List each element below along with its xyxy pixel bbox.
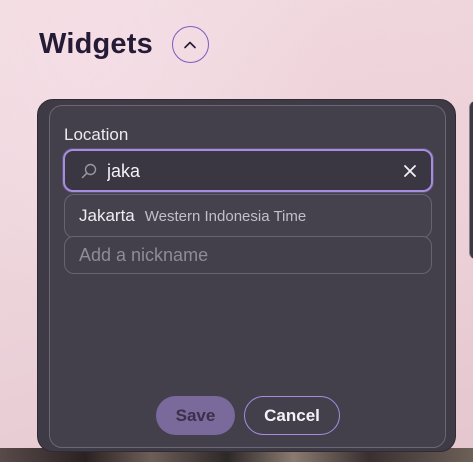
location-search-box[interactable]	[63, 149, 433, 192]
chevron-up-icon	[184, 41, 197, 48]
collapse-button[interactable]	[171, 26, 209, 63]
cancel-button[interactable]: Cancel	[244, 396, 340, 435]
location-label: Location	[64, 125, 129, 144]
search-icon	[81, 163, 97, 179]
location-search-input[interactable]	[107, 158, 387, 184]
nickname-field[interactable]	[64, 236, 432, 274]
page-title: Widgets	[39, 28, 153, 60]
adjacent-widget-card-edge	[469, 101, 473, 259]
save-button[interactable]: Save	[156, 396, 235, 435]
location-suggestion-item[interactable]: Jakarta Western Indonesia Time	[64, 194, 432, 238]
location-form: Location Jakarta Western Indonesia Time …	[49, 105, 446, 448]
suggestion-timezone: Western Indonesia Time	[144, 207, 307, 225]
widgets-header: Widgets	[39, 26, 209, 63]
close-icon	[404, 165, 416, 177]
clear-search-button[interactable]	[400, 161, 420, 181]
location-widget-panel: Location Jakarta Western Indonesia Time …	[37, 99, 456, 452]
suggestion-city: Jakarta	[79, 206, 135, 225]
nickname-input[interactable]	[79, 243, 409, 267]
